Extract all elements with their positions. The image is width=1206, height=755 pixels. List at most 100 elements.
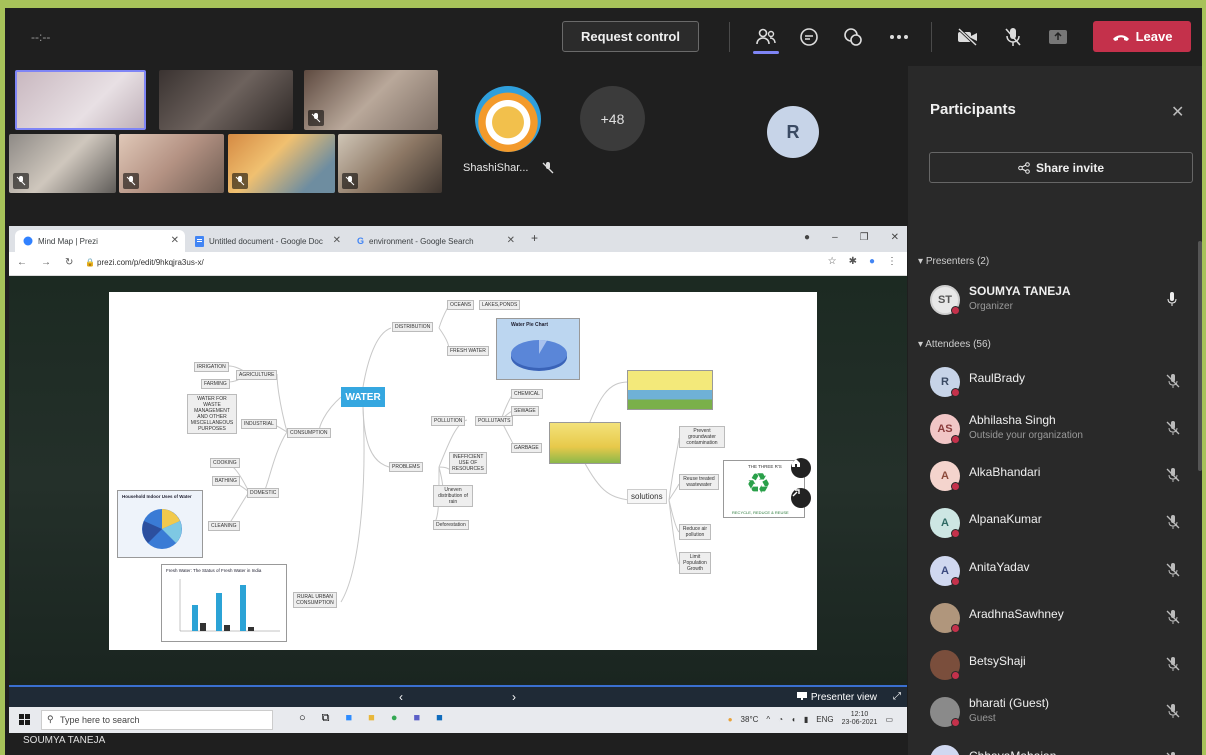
mind-map-node[interactable]: PROBLEMS (389, 462, 423, 472)
close-tab-icon[interactable]: ✕ (171, 235, 179, 246)
participant-row[interactable]: AS Abhilasha Singh Outside your organizati… (930, 410, 1192, 448)
teams-app-icon[interactable]: ■ (413, 712, 420, 725)
mind-map-node[interactable]: GARBAGE (511, 443, 542, 453)
mind-map-node[interactable]: INDUSTRIAL (241, 419, 277, 429)
mind-map-node[interactable]: CONSUMPTION (287, 428, 331, 438)
fresh-water-bar-chart-image[interactable]: Fresh Water: The Status of Fresh Water i… (161, 564, 287, 642)
muted-mic-icon[interactable] (1166, 468, 1180, 487)
windows-start-icon[interactable] (19, 713, 31, 731)
task-view-icon[interactable]: ⧉ (322, 712, 330, 725)
close-icon[interactable]: ✕ (1171, 102, 1184, 122)
mind-map-node[interactable]: COOKING (210, 458, 240, 468)
participant-row[interactable]: A AlpanaKumar (930, 504, 1192, 542)
profile-icon[interactable]: ● (869, 256, 875, 267)
mind-map-node[interactable]: Uneven distribution of rain (433, 485, 473, 507)
participant-row[interactable]: bharati (Guest) Guest (930, 693, 1192, 731)
network-icon[interactable]: ◔ (778, 715, 783, 724)
people-icon[interactable] (753, 24, 779, 50)
reload-icon[interactable]: ↻ (65, 257, 73, 268)
mind-map-node[interactable]: FARMING (201, 379, 230, 389)
request-control-button[interactable]: Request control (562, 21, 699, 52)
mind-map-node[interactable]: WATER FOR WASTE MANAGEMENT AND OTHER MIS… (187, 394, 237, 434)
participant-row[interactable]: C ChhayaMahajan (930, 741, 1192, 755)
new-tab-icon[interactable]: + (531, 231, 538, 245)
back-icon[interactable]: ← (17, 257, 27, 268)
central-topic-node[interactable]: WATER (341, 387, 385, 407)
muted-mic-icon[interactable] (1166, 421, 1180, 440)
muted-mic-icon[interactable] (1166, 515, 1180, 534)
extensions-icon[interactable]: ✱ (849, 256, 857, 267)
battery-icon[interactable]: ▮ (804, 715, 808, 724)
outlook-icon[interactable]: ■ (436, 712, 443, 725)
zoom-app-icon[interactable]: ■ (346, 712, 353, 725)
mind-map-node[interactable]: Reuse treated wastewater (679, 474, 719, 490)
presenter-view-button[interactable]: Presenter view (796, 692, 877, 703)
muted-mic-icon[interactable] (1166, 374, 1180, 393)
leave-button[interactable]: Leave (1093, 21, 1191, 52)
mind-map-node[interactable]: AGRICULTURE (236, 370, 278, 380)
notifications-icon[interactable]: ▭ (885, 715, 893, 724)
mind-map-node[interactable]: RURAL URBAN CONSUMPTION (293, 592, 337, 608)
browser-tab[interactable]: Untitled document - Google Doc ✕ (187, 230, 347, 252)
restore-icon[interactable]: ❐ (860, 232, 869, 243)
weather-icon[interactable]: ● (728, 715, 733, 724)
video-tile[interactable] (9, 134, 116, 193)
mind-map-node[interactable]: DOMESTIC (247, 488, 280, 498)
household-uses-chart-image[interactable]: Household Indoor Uses of Water (117, 490, 203, 558)
minimize-icon[interactable]: – (832, 232, 838, 243)
mind-map-node[interactable]: SEWAGE (511, 406, 539, 416)
mind-map-node[interactable]: POLLUTION (431, 416, 466, 426)
pollution-illustration-image[interactable] (627, 370, 713, 410)
panel-scrollbar[interactable] (1198, 241, 1202, 471)
mind-map-node[interactable]: FRESH WATER (447, 346, 489, 356)
mind-map-node[interactable]: Prevent groundwater contamination (679, 426, 725, 448)
cortana-icon[interactable]: ○ (299, 712, 306, 725)
record-icon[interactable]: ● (804, 232, 810, 243)
browser-tab[interactable]: Mind Map | Prezi ✕ (15, 230, 185, 252)
share-invite-button[interactable]: Share invite (929, 152, 1193, 183)
url-field[interactable]: prezi.com/p/edit/9hkqjra3us-x/ (97, 258, 204, 267)
browser-tab[interactable]: G environment - Google Search ✕ (349, 230, 521, 252)
mind-map-node[interactable]: solutions (627, 489, 667, 504)
reactions-icon[interactable] (840, 24, 866, 50)
mind-map-node[interactable]: POLLUTANTS (475, 416, 514, 426)
browser-menu-icon[interactable]: ⋮ (887, 256, 897, 267)
muted-mic-icon[interactable] (1166, 610, 1180, 629)
fullscreen-icon[interactable]: ⤢ (893, 691, 901, 702)
participant-avatar[interactable]: R (767, 106, 819, 158)
file-explorer-icon[interactable]: ■ (368, 712, 375, 725)
previous-slide-icon[interactable]: ‹ (399, 690, 403, 704)
more-actions-icon[interactable] (886, 24, 912, 50)
video-tile[interactable] (338, 134, 442, 193)
mind-map-node[interactable]: DISTRIBUTION (392, 322, 434, 332)
share-tray-icon[interactable] (1045, 24, 1071, 50)
participant-row[interactable]: AradhnaSawhney (930, 599, 1192, 637)
lang-indicator[interactable]: ENG (816, 715, 833, 724)
close-tab-icon[interactable]: ✕ (333, 235, 341, 246)
camera-off-icon[interactable] (955, 24, 981, 50)
mind-map-node[interactable]: IRRIGATION (194, 362, 229, 372)
close-window-icon[interactable]: ✕ (891, 232, 899, 243)
taskbar-clock[interactable]: 12:10 23-06-2021 (842, 711, 878, 727)
video-tile[interactable] (15, 70, 146, 130)
video-tile[interactable] (119, 134, 224, 193)
participant-row[interactable]: A AnitaYadav (930, 552, 1192, 590)
mind-map-node[interactable]: CLEANING (208, 521, 240, 531)
garbage-illustration-image[interactable] (549, 422, 621, 464)
participant-row[interactable]: R RaulBrady (930, 363, 1192, 401)
mind-map-node[interactable]: BATHING (212, 476, 240, 486)
participant-row[interactable]: BetsyShaji (930, 646, 1192, 684)
mind-map-node[interactable]: Reduce air pollution (679, 524, 711, 540)
volume-icon[interactable]: ◖ (791, 715, 796, 724)
water-pie-chart-image[interactable]: Water Pie Chart (496, 318, 580, 380)
muted-mic-icon[interactable] (1166, 657, 1180, 676)
video-tile[interactable] (228, 134, 335, 193)
mind-map-node[interactable]: Limit Population Growth (679, 552, 711, 574)
taskbar-search-input[interactable]: ⚲ Type here to search (41, 710, 273, 730)
video-tile[interactable] (304, 70, 438, 130)
mic-off-icon[interactable] (1000, 24, 1026, 50)
zoom-icon[interactable] (791, 488, 811, 508)
mind-map-node[interactable]: CHEMICAL (511, 389, 543, 399)
participant-avatar[interactable] (475, 86, 541, 152)
bookmark-star-icon[interactable]: ☆ (828, 256, 837, 267)
